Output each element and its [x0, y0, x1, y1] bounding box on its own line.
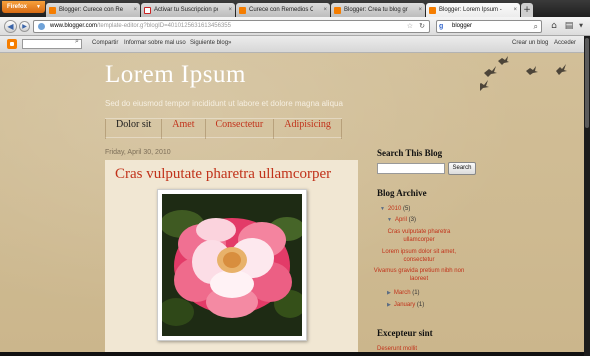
archive-year-count: (5) [402, 206, 411, 212]
search-icon[interactable]: ⌕ [75, 38, 79, 46]
close-icon[interactable]: × [133, 3, 137, 17]
archive-widget-title: Blog Archive [377, 188, 427, 198]
tab-blogger-crea[interactable]: Blogger: Crea tu blog gratuito × [331, 3, 425, 17]
home-icon[interactable]: ⌂ [548, 20, 560, 32]
sign-in-link[interactable]: Acceder [554, 40, 576, 46]
scrollbar-thumb[interactable] [585, 38, 589, 128]
browser-navbar: ◀ ▶ www.blogger.com/template-editor.g?bl… [0, 17, 590, 36]
triangle-right-icon[interactable]: ▶ [387, 290, 391, 296]
rose-flower-image [162, 194, 302, 336]
bookmark-star-icon[interactable]: ☆ [407, 21, 413, 32]
firefox-menu-button[interactable]: Firefox ▼ [2, 1, 45, 13]
close-icon[interactable]: × [228, 3, 232, 17]
post-date: Friday, April 30, 2010 [105, 149, 171, 156]
archive-post-link[interactable]: Vivamus gravida pretium nibh non laoreet [373, 267, 465, 283]
post-image[interactable] [157, 189, 307, 341]
tab-gmail-suscripcion[interactable]: Activar tu Suscripcion por e-... × [141, 3, 235, 17]
archive-month-count: (1) [416, 302, 425, 308]
menu-item-dolor-sit[interactable]: Dolor sit [105, 119, 161, 139]
archive-post-link[interactable]: Cras vulputate pharetra ullamcorper [373, 228, 465, 244]
menu-item-consectetur[interactable]: Consectetur [204, 119, 274, 139]
google-icon[interactable]: g [439, 23, 448, 31]
blogger-icon [334, 7, 341, 14]
chevron-down-icon[interactable]: ▼ [575, 20, 587, 32]
new-tab-button[interactable]: + [521, 3, 533, 17]
create-blog-link[interactable]: Crear un blog [512, 40, 548, 46]
taskbar-strip [0, 352, 584, 356]
chevron-down-icon: ▼ [36, 4, 41, 10]
reload-icon[interactable]: ↻ [419, 21, 425, 32]
excepteur-widget-title: Excepteur sint [377, 328, 433, 338]
archive-month-label: March [393, 290, 411, 296]
archive-month-january[interactable]: ▶ January (1) [387, 302, 424, 308]
triangle-down-icon[interactable]: ▼ [380, 206, 385, 212]
tab-blogger-curece[interactable]: Blogger: Curece con Remedi... × [46, 3, 140, 17]
browser-titlebar: Firefox ▼ Blogger: Curece con Remedi... … [0, 0, 590, 17]
blogger-search-input[interactable] [22, 39, 82, 49]
archive-month-label: January [393, 302, 416, 308]
menu-item-adipisicing[interactable]: Adipisicing [273, 119, 342, 139]
report-abuse-link[interactable]: Informar sobre mal uso [124, 40, 186, 46]
post-title[interactable]: Cras vulputate pharetra ullamcorper [115, 166, 331, 183]
tab-label: Blogger: Lorem Ipsum - Dise... [439, 7, 503, 13]
archive-month-march[interactable]: ▶ March (1) [387, 290, 420, 296]
page-scrollbar[interactable] [584, 36, 590, 356]
url-domain: www.blogger.com [50, 23, 98, 29]
birds-decoration-icon [480, 56, 567, 91]
triangle-down-icon[interactable]: ▼ [387, 217, 392, 223]
close-icon[interactable]: × [418, 3, 422, 17]
blogger-logo-icon[interactable] [7, 39, 17, 49]
forward-button[interactable]: ▶ [19, 21, 30, 32]
address-bar[interactable]: www.blogger.com/template-editor.g?blogID… [33, 20, 430, 33]
gmail-icon [144, 7, 151, 14]
blog-menu: Dolor sit Amet Consectetur Adipisicing [105, 118, 342, 139]
bookmarks-menu-icon[interactable]: ▤ [563, 20, 575, 32]
blogger-icon [429, 7, 436, 14]
firefox-menu-label: Firefox [7, 4, 28, 10]
back-button[interactable]: ◀ [4, 20, 17, 33]
blogger-icon [239, 7, 246, 14]
search-input[interactable]: g blogger ⌕ [436, 20, 542, 33]
triangle-right-icon[interactable]: ▶ [387, 302, 391, 308]
archive-post-link[interactable]: Lorem ipsum dolor sit amet, consectetur [373, 248, 465, 264]
tab-strip: Blogger: Curece con Remedi... × Activar … [46, 3, 533, 18]
blogger-icon [49, 7, 56, 14]
next-blog-link[interactable]: Siguiente blog» [190, 40, 231, 46]
forward-arrow-icon: ▶ [22, 23, 27, 30]
globe-icon [38, 23, 45, 30]
blog-search-button[interactable]: Search [448, 162, 476, 175]
blog-page: Lorem Ipsum Sed do eiusmod tempor incidi… [0, 53, 584, 356]
archive-month-label: April [394, 217, 407, 223]
url-path: /template-editor.g?blogID=40101256316134… [97, 23, 231, 29]
back-arrow-icon: ◀ [7, 22, 14, 31]
archive-month-count: (3) [408, 217, 416, 223]
search-widget-title: Search This Blog [377, 148, 443, 158]
blog-title[interactable]: Lorem Ipsum [105, 61, 246, 89]
share-link[interactable]: Compartir [92, 40, 118, 46]
search-value: blogger [452, 23, 473, 29]
search-icon[interactable]: ⌕ [534, 21, 538, 32]
blog-search-input[interactable] [377, 163, 445, 174]
blogger-navbar: ⌕ Compartir Informar sobre mal uso Sigui… [0, 36, 584, 53]
blog-description: Sed do eiusmod tempor incididunt ut labo… [105, 99, 343, 108]
close-icon[interactable]: × [323, 3, 327, 17]
archive-month-april[interactable]: ▼ April (3) [387, 217, 416, 223]
close-icon[interactable]: × [513, 3, 517, 17]
tab-blogger-lorem-active[interactable]: Blogger: Lorem Ipsum - Dise... × [426, 3, 520, 17]
tab-label: Curece con Remedios Caseros [249, 7, 313, 13]
tab-curece-remedios[interactable]: Curece con Remedios Caseros × [236, 3, 330, 17]
tab-label: Blogger: Crea tu blog gratuito [344, 7, 408, 13]
tab-label: Activar tu Suscripcion por e-... [154, 7, 218, 13]
menu-item-amet[interactable]: Amet [161, 119, 204, 139]
archive-month-count: (1) [412, 290, 420, 296]
tab-label: Blogger: Curece con Remedi... [59, 7, 123, 13]
archive-year-2010[interactable]: ▼ 2010 (5) [380, 206, 410, 212]
archive-year-label: 2010 [387, 206, 402, 212]
post-card: Cras vulputate pharetra ullamcorper [105, 160, 358, 356]
